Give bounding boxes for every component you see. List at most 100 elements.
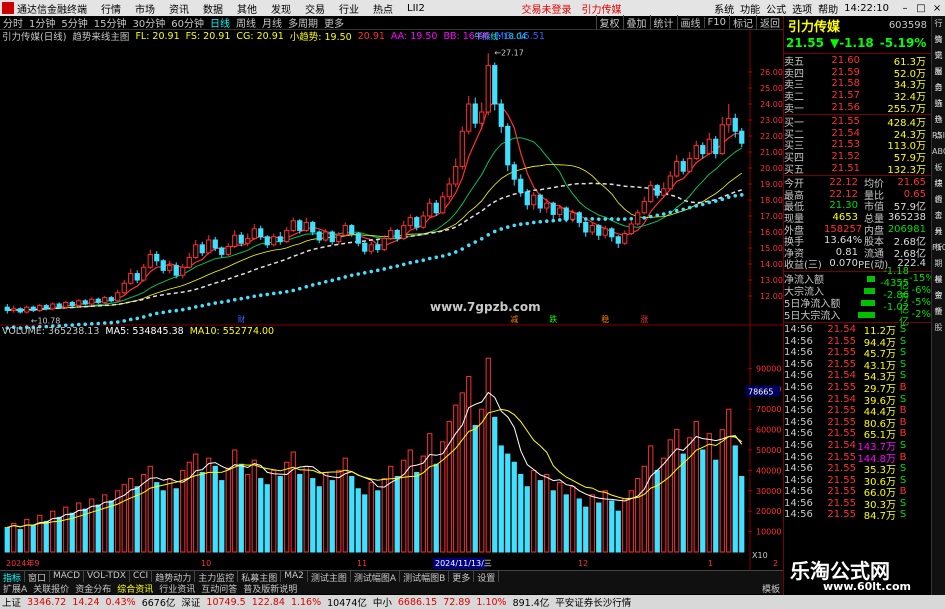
indicator-tab[interactable]: 更多 xyxy=(449,571,475,584)
menu-item-shuju[interactable]: 数据 xyxy=(203,1,223,16)
indicator-tab[interactable]: MACD xyxy=(50,571,85,582)
menu-item-shichang[interactable]: 市场 xyxy=(135,1,155,16)
candle-body xyxy=(706,138,712,155)
period-15min[interactable]: 15分钟 xyxy=(91,15,130,30)
mark-button[interactable]: 标记 xyxy=(729,15,756,30)
indicator-tab[interactable]: 主力监控 xyxy=(195,571,239,584)
trend-dot xyxy=(466,243,471,247)
period-more[interactable]: 更多 xyxy=(321,15,347,30)
info-tab[interactable]: 综合资讯 xyxy=(114,582,156,595)
trade-price: 21.55 xyxy=(827,416,856,428)
f10-button[interactable]: F10 xyxy=(703,17,729,28)
sidebar-button[interactable]: 自选 xyxy=(932,80,945,108)
sidebar-button[interactable]: 资金 xyxy=(932,288,945,316)
menu-item-hangye[interactable]: 行业 xyxy=(339,1,359,16)
indicator-tab[interactable]: 测试幅图A xyxy=(351,571,401,584)
sidebar-button[interactable]: 新股 xyxy=(932,304,945,332)
menu-item-gongshi[interactable]: 公式 xyxy=(766,1,786,16)
kline-chart[interactable]: 26.00 25.00 24.00 23.00 22.00 21.00 20.00 19.00… xyxy=(0,30,783,570)
menu-item-bangzhu[interactable]: 帮助 xyxy=(818,1,838,16)
menu-item-hangqing[interactable]: 行情 xyxy=(101,1,121,16)
info-tab[interactable]: 关联报价 xyxy=(30,582,72,595)
indicator-tab[interactable]: 窗口 xyxy=(25,571,51,584)
maximize-icon[interactable]: □ xyxy=(913,3,929,14)
overlay-button[interactable]: 叠加 xyxy=(622,15,650,30)
sidebar-button[interactable]: 组合 xyxy=(932,192,945,220)
period-multi[interactable]: 多周期 xyxy=(285,15,321,30)
volume-bar xyxy=(30,524,36,553)
sidebar-button[interactable]: 行情 xyxy=(932,16,945,44)
period-month[interactable]: 月线 xyxy=(259,15,285,30)
chart-area[interactable]: 26.00 25.00 24.00 23.00 22.00 21.00 20.00 19.00… xyxy=(0,30,783,570)
volume-bar xyxy=(583,506,589,553)
sidebar-button[interactable]: 基金 xyxy=(932,272,945,300)
indicator-tab[interactable]: 趋势动力 xyxy=(152,571,196,584)
indicator-tab[interactable]: 测试主图 xyxy=(308,571,351,584)
indicator-tab[interactable]: MA2 xyxy=(281,571,308,582)
template-tab[interactable]: 模板 xyxy=(759,582,783,595)
trade-login-status[interactable]: 交易未登录 xyxy=(521,1,571,16)
vol-axis-label: 60000 xyxy=(756,426,781,435)
menu-item-redian[interactable]: 热点 xyxy=(373,1,393,16)
menu-item-gongneng[interactable]: 功能 xyxy=(740,1,760,16)
info-tab[interactable]: 互动问答 xyxy=(198,582,240,595)
sidebar-button[interactable]: 交易 xyxy=(932,48,945,76)
menu-item-zixun[interactable]: 资讯 xyxy=(169,1,189,16)
period-1min[interactable]: 1分钟 xyxy=(26,15,58,30)
sidebar-button[interactable]: 持仓 xyxy=(932,96,945,124)
menu-item-xitong[interactable]: 系统 xyxy=(714,1,734,16)
sidebar-button[interactable]: 工具 xyxy=(932,208,945,236)
sidebar-button[interactable]: 资讯 xyxy=(932,32,945,60)
period-fenshi[interactable]: 分时 xyxy=(0,15,26,30)
book-row[interactable]: 买五 21.51 132.3万 xyxy=(784,162,931,176)
trade-time: 14:56 xyxy=(784,323,813,335)
info-tab[interactable]: 普及版新说明 xyxy=(240,582,300,595)
period-30min[interactable]: 30分钟 xyxy=(129,15,168,30)
indicator-tab[interactable]: VOL-TDX xyxy=(84,571,130,582)
sidebar-button[interactable]: 板块 xyxy=(932,160,945,188)
back-button[interactable]: 返回 xyxy=(756,15,783,30)
date-axis-label: 1 xyxy=(708,559,713,568)
signal-marker: 跌 xyxy=(549,314,557,324)
period-week[interactable]: 周线 xyxy=(233,15,259,30)
indicator-tab[interactable]: 指标 xyxy=(0,571,26,584)
period-5min[interactable]: 5分钟 xyxy=(58,15,90,30)
info-tab[interactable]: 资金分布 xyxy=(72,582,114,595)
volume-bar xyxy=(713,459,719,553)
indicator-tab[interactable]: 私募主图 xyxy=(238,571,282,584)
menu-item-faxian[interactable]: 发现 xyxy=(271,1,291,16)
stock-header: 引力传媒 603598 xyxy=(784,16,931,35)
menu-item-extra[interactable]: LII2 xyxy=(407,3,425,14)
candle-body xyxy=(186,257,192,268)
stats-button[interactable]: 统计 xyxy=(649,15,677,30)
period-60min[interactable]: 60分钟 xyxy=(168,15,207,30)
indicator-tab[interactable]: 设置 xyxy=(474,571,500,584)
close-icon[interactable]: × xyxy=(929,3,945,14)
menu-item-jiaoyi[interactable]: 交易 xyxy=(305,1,325,16)
indicator-tab[interactable]: CCI xyxy=(130,571,153,582)
info-tab[interactable]: 行业资讯 xyxy=(156,582,198,595)
menu-item-xuanxiang[interactable]: 选项 xyxy=(792,1,812,16)
sidebar-button[interactable]: 综合 xyxy=(932,176,945,204)
menu-item-qita[interactable]: 其他 xyxy=(237,1,257,16)
sidebar-button[interactable]: F10 xyxy=(932,240,945,256)
stock-name: 引力传媒 xyxy=(788,19,841,35)
fuquan-button[interactable]: 复权 xyxy=(595,15,623,30)
trend-dot xyxy=(531,220,536,225)
sidebar-button[interactable]: 分析 xyxy=(932,224,945,252)
sidebar-button[interactable]: RSI xyxy=(932,128,945,144)
book-row[interactable]: 卖一 21.56 255.7万 xyxy=(784,101,931,115)
sidebar-button[interactable]: 服务 xyxy=(932,64,945,92)
minimize-icon[interactable]: – xyxy=(897,3,913,14)
sidebar-button[interactable]: 期权 xyxy=(932,256,945,284)
draw-button[interactable]: 画线 xyxy=(676,15,704,30)
period-day[interactable]: 日线 xyxy=(207,15,233,30)
candle-body xyxy=(290,220,296,231)
indicator-tab[interactable]: 测试幅图B xyxy=(400,571,450,584)
trade-side: S xyxy=(899,347,907,359)
sidebar-button[interactable]: 热点 xyxy=(932,112,945,140)
info-tab[interactable]: 扩展A xyxy=(0,582,30,595)
sidebar-button[interactable]: ABC xyxy=(932,144,945,160)
trade-side: S xyxy=(899,509,907,521)
volume-bar xyxy=(479,408,485,553)
